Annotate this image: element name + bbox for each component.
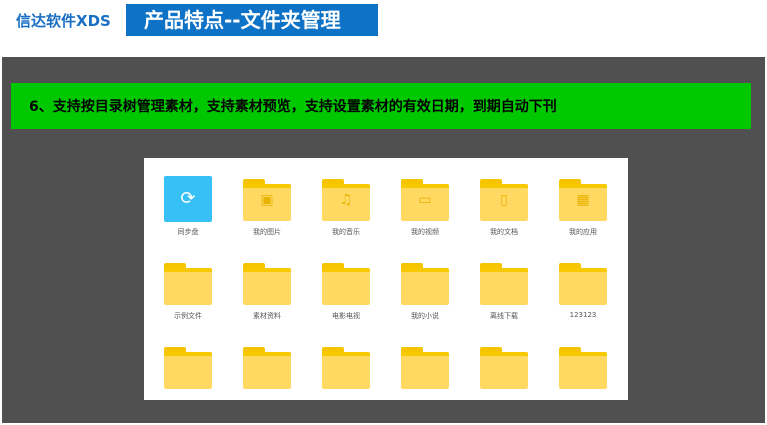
document-icon: ▯: [500, 192, 508, 208]
folder-icon: [401, 347, 449, 389]
folder-tile[interactable]: 示例文件: [164, 257, 212, 341]
folder-icon: [401, 263, 449, 305]
folder-label: 我的视频: [411, 228, 439, 236]
folder-grid: ⟳ 同步盘 ▣ 我的图片 ♫ 我的音乐 ▭ 我的视频 ▯ 我的文档 ▦ 我的应用示例文件 素材资料 电影电…: [164, 173, 607, 400]
folder-tile[interactable]: [164, 341, 212, 400]
folder-tile[interactable]: [559, 341, 607, 400]
folder-tile[interactable]: [401, 341, 449, 400]
folder-tile[interactable]: 123123: [559, 257, 607, 341]
header: 信达软件XDS 产品特点--文件夹管理: [0, 0, 767, 56]
folder-label: 同步盘: [177, 228, 199, 236]
folder-icon: ▣: [243, 179, 291, 221]
folder-label: 我的图片: [253, 228, 281, 236]
folder-label: 示例文件: [174, 312, 202, 320]
feature-banner: 6、支持按目录树管理素材，支持素材预览，支持设置素材的有效日期，到期自动下刊: [11, 83, 751, 129]
folder-tile[interactable]: ▭ 我的视频: [401, 173, 449, 257]
folder-tile[interactable]: ▣ 我的图片: [243, 173, 291, 257]
content-stage: 6、支持按目录树管理素材，支持素材预览，支持设置素材的有效日期，到期自动下刊 ⟳…: [2, 57, 765, 423]
folder-label: 离线下载: [490, 312, 518, 320]
brand-logo-text: 信达软件XDS: [16, 12, 111, 30]
folder-icon: ▭: [401, 179, 449, 221]
folder-label: 我的小说: [411, 312, 439, 320]
folder-icon: ▦: [559, 179, 607, 221]
folder-label: 我的音乐: [332, 228, 360, 236]
folder-tile[interactable]: 离线下载: [480, 257, 528, 341]
folder-icon: [480, 347, 528, 389]
folder-tile[interactable]: [480, 341, 528, 400]
folder-icon: [559, 347, 607, 389]
folder-icon: [480, 263, 528, 305]
sync-disk-tile[interactable]: ⟳: [164, 176, 212, 222]
folder-tile[interactable]: ▯ 我的文档: [480, 173, 528, 257]
folder-tile[interactable]: ▦ 我的应用: [559, 173, 607, 257]
folder-icon: [243, 263, 291, 305]
folder-icon: [164, 263, 212, 305]
video-icon: ▭: [418, 192, 432, 208]
sync-icon: ⟳: [180, 188, 196, 209]
folder-tile[interactable]: 电影电视: [322, 257, 370, 341]
folder-icon: ▯: [480, 179, 528, 221]
folder-label: 123123: [569, 311, 597, 319]
folder-tile[interactable]: [322, 341, 370, 400]
folder-tile[interactable]: ⟳ 同步盘: [164, 173, 212, 257]
folder-label: 我的应用: [569, 228, 597, 236]
folder-icon: [322, 347, 370, 389]
folder-icon: [559, 263, 607, 305]
folder-browser-panel: ⟳ 同步盘 ▣ 我的图片 ♫ 我的音乐 ▭ 我的视频 ▯ 我的文档 ▦ 我的应用示例文件 素材资料 电影电…: [144, 158, 628, 400]
apps-icon: ▦: [576, 192, 590, 208]
feature-description: 6、支持按目录树管理素材，支持素材预览，支持设置素材的有效日期，到期自动下刊: [29, 99, 557, 115]
folder-label: 我的文档: [490, 228, 518, 236]
folder-tile[interactable]: 我的小说: [401, 257, 449, 341]
folder-label: 电影电视: [332, 312, 360, 320]
folder-tile[interactable]: 素材资料: [243, 257, 291, 341]
folder-icon: [243, 347, 291, 389]
folder-icon: ♫: [322, 179, 370, 221]
folder-label: 素材资料: [253, 312, 281, 320]
folder-icon: [164, 347, 212, 389]
folder-icon: [322, 263, 370, 305]
image-icon: ▣: [260, 192, 274, 208]
folder-tile[interactable]: [243, 341, 291, 400]
music-icon: ♫: [339, 192, 353, 208]
page-title: 产品特点--文件夹管理: [126, 4, 378, 36]
folder-tile[interactable]: ♫ 我的音乐: [322, 173, 370, 257]
